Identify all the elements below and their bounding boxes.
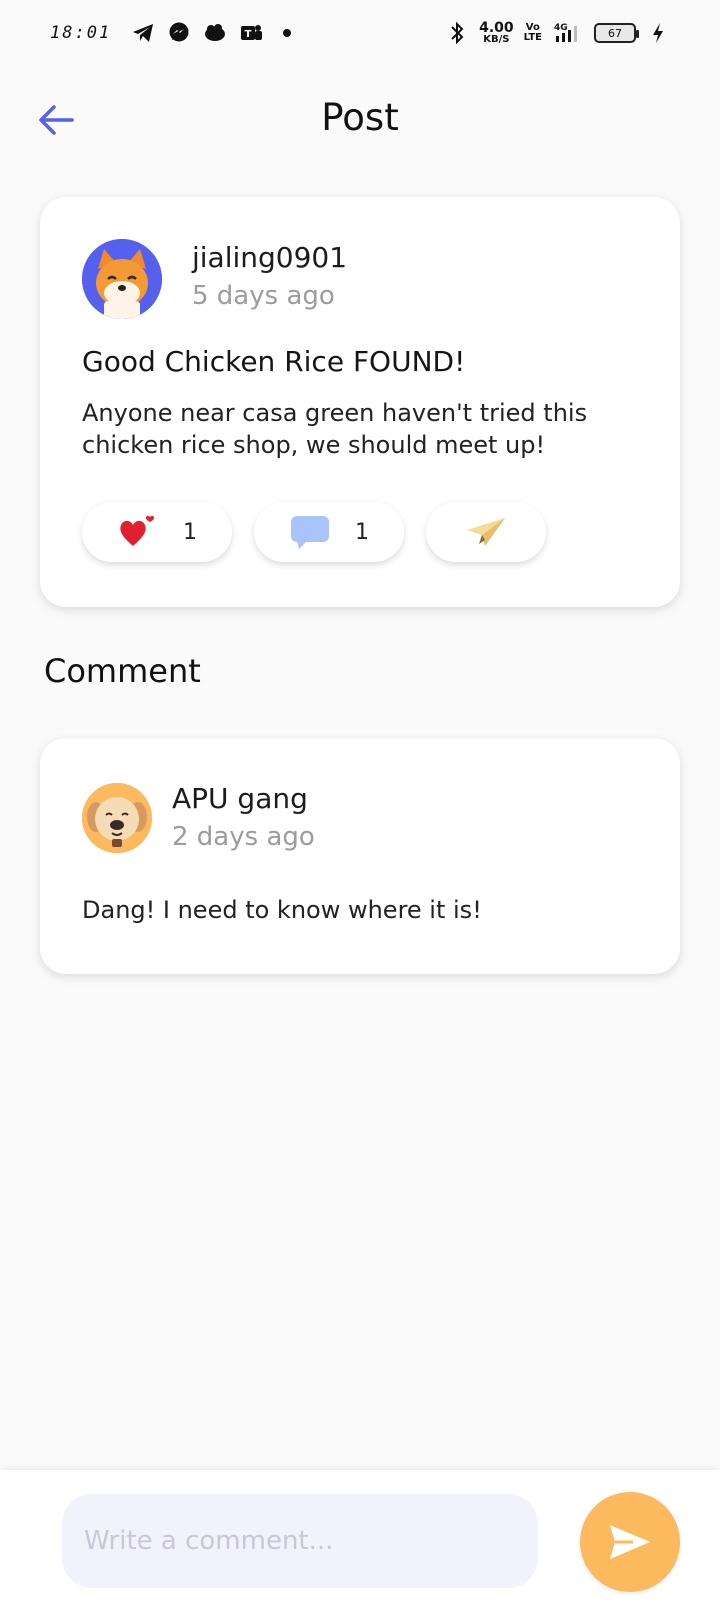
messenger-icon (167, 21, 191, 45)
volte-indicator: Vo LTE (524, 23, 542, 43)
comments-section-title: Comment (44, 652, 201, 690)
network-speed-value: 4.00 (479, 20, 514, 36)
signal-icon: 4G (552, 21, 584, 45)
comment-input[interactable] (62, 1494, 538, 1588)
network-speed: 4.00 KB/S (479, 21, 514, 45)
post-actions: 1 1 (82, 502, 546, 562)
post-time-ago: 5 days ago (192, 281, 335, 311)
comment-count: 1 (355, 519, 369, 545)
like-count: 1 (183, 519, 197, 545)
send-button[interactable] (580, 1492, 680, 1592)
status-bar: 18:01 T 4.00 KB/S Vo LTE 4G 67 (0, 0, 720, 66)
bluetooth-icon (445, 21, 469, 45)
battery-level: 67 (608, 26, 622, 40)
battery-indicator: 67 (594, 23, 639, 43)
heart-icon (120, 515, 154, 546)
charging-icon (646, 21, 670, 45)
network-speed-unit: KB/S (483, 34, 510, 45)
status-time: 18:01 (50, 23, 112, 43)
post-avatar[interactable] (82, 239, 162, 319)
volte-bottom: LTE (523, 32, 542, 43)
app-header: Post (0, 86, 720, 154)
shiba-avatar-icon (82, 239, 162, 319)
comment-card: APU gang 2 days ago Dang! I need to know… (40, 738, 680, 974)
comment-composer (0, 1470, 720, 1612)
puppy-avatar-icon (82, 783, 152, 853)
comment-username[interactable]: APU gang (172, 782, 308, 815)
post-body: Anyone near casa green haven't tried thi… (82, 399, 588, 459)
status-right: 4.00 KB/S Vo LTE 4G 67 (445, 21, 670, 45)
status-left: 18:01 T (50, 21, 299, 45)
network-type: 4G (554, 23, 568, 33)
dot-indicator-icon (275, 21, 299, 45)
like-button[interactable]: 1 (82, 502, 232, 562)
teams-icon: T (239, 21, 263, 45)
comment-avatar[interactable] (82, 783, 152, 853)
paper-plane-icon (467, 518, 505, 546)
post-title: Good Chicken Rice FOUND! (82, 345, 466, 378)
telegram-icon (131, 21, 155, 45)
comment-time-ago: 2 days ago (172, 822, 315, 852)
svg-text:T: T (245, 29, 252, 40)
send-icon (610, 1525, 650, 1559)
page-title: Post (321, 96, 399, 139)
post-username[interactable]: jialing0901 (192, 241, 347, 274)
comment-button[interactable]: 1 (254, 502, 404, 562)
cloud-app-icon (203, 21, 227, 45)
post-card: jialing0901 5 days ago Good Chicken Rice… (40, 197, 680, 607)
comment-text: Dang! I need to know where it is! (82, 896, 482, 924)
chat-bubble-icon (291, 516, 329, 549)
share-button[interactable] (426, 502, 546, 562)
